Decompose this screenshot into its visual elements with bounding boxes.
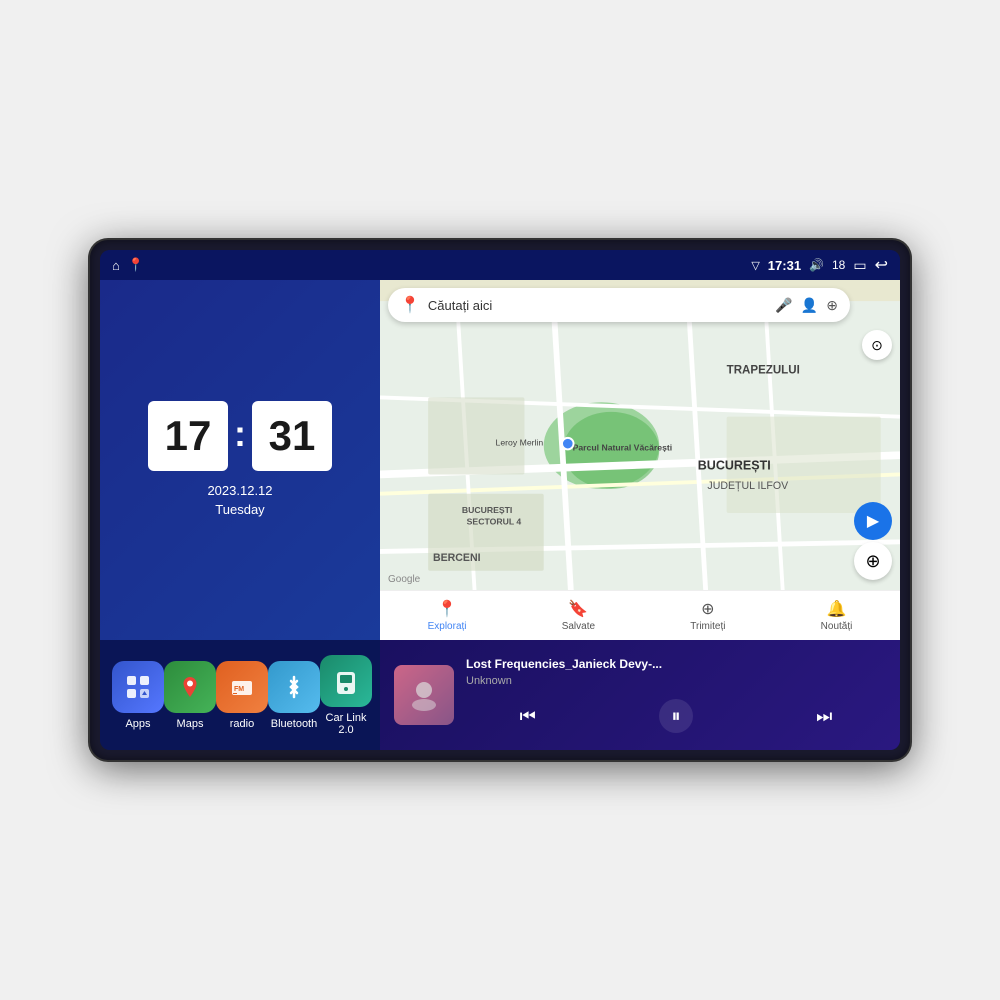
signal-icon: ▽ (751, 259, 759, 272)
music-widget: Lost Frequencies_Janieck Devy-... Unknow… (380, 640, 900, 750)
maps-label: Maps (177, 718, 204, 730)
app-dock: Apps Maps (100, 640, 380, 750)
screen: ⌂ 📍 ▽ 17:31 🔊 18 ▭ ↩ 17 : (100, 250, 900, 750)
left-panel: 17 : 31 2023.12.12 Tuesday (100, 280, 380, 750)
map-widget[interactable]: TRAPEZULUI BUCUREȘTI JUDEȚUL ILFOV Parcu… (380, 280, 900, 640)
compass-btn[interactable]: ⊕ (854, 542, 892, 580)
svg-text:FM: FM (234, 686, 244, 693)
music-info: Lost Frequencies_Janieck Devy-... Unknow… (466, 657, 886, 733)
map-bottom-bar: 📍 Explorați 🔖 Salvate ⊕ Trimiteți 🔔 (380, 590, 900, 640)
tab-trimiteti[interactable]: ⊕ Trimiteți (690, 599, 725, 632)
trimiteti-label: Trimiteți (690, 621, 725, 632)
app-item-carlink[interactable]: Car Link 2.0 (320, 655, 372, 736)
right-panel: TRAPEZULUI BUCUREȘTI JUDEȚUL ILFOV Parcu… (380, 280, 900, 750)
svg-text:BUCUREȘTI: BUCUREȘTI (462, 505, 513, 515)
mic-icon[interactable]: 🎤 (775, 297, 792, 314)
noutati-icon: 🔔 (827, 599, 847, 619)
status-right-icons: ▽ 17:31 🔊 18 ▭ ↩ (751, 255, 888, 275)
svg-text:Parcul Natural Văcărești: Parcul Natural Văcărești (573, 442, 673, 452)
svg-text:TRAPEZULUI: TRAPEZULUI (727, 364, 800, 376)
clock-hours: 17 (148, 401, 228, 471)
svg-text:JUDEȚUL ILFOV: JUDEȚUL ILFOV (707, 480, 789, 492)
explorare-icon: 📍 (437, 599, 457, 619)
status-bar: ⌂ 📍 ▽ 17:31 🔊 18 ▭ ↩ (100, 250, 900, 280)
tab-salvate[interactable]: 🔖 Salvate (562, 599, 595, 632)
map-search-bar[interactable]: 📍 Căutați aici 🎤 👤 ⊕ (388, 288, 850, 322)
apps-label: Apps (125, 718, 150, 730)
map-pin-icon: 📍 (400, 295, 420, 315)
app-item-bluetooth[interactable]: Bluetooth (268, 661, 320, 730)
location-btn[interactable]: ⊙ (862, 330, 892, 360)
music-artist: Unknown (466, 675, 886, 687)
clock-date: 2023.12.12 Tuesday (207, 481, 272, 520)
trimiteti-icon: ⊕ (701, 599, 714, 619)
status-left-icons: ⌂ 📍 (112, 257, 144, 273)
map-controls: ⊙ (862, 330, 892, 360)
salvate-label: Salvate (562, 621, 595, 632)
music-thumbnail (394, 665, 454, 725)
tab-noutati[interactable]: 🔔 Noutăți (821, 599, 853, 632)
account-icon[interactable]: 👤 (801, 297, 818, 314)
tab-explorare[interactable]: 📍 Explorați (428, 599, 467, 632)
carlink-label: Car Link 2.0 (320, 712, 372, 736)
google-logo: Google (388, 574, 420, 585)
music-controls: ⏮ ⏸ ⏭ (466, 699, 886, 733)
app-item-apps[interactable]: Apps (112, 661, 164, 730)
radio-label: radio (230, 718, 254, 730)
svg-text:BERCENI: BERCENI (433, 552, 481, 564)
svg-text:SECTORUL 4: SECTORUL 4 (467, 517, 522, 527)
clock-minutes: 31 (252, 401, 332, 471)
navigate-btn[interactable]: ▶ (854, 502, 892, 540)
next-button[interactable]: ⏭ (816, 706, 832, 727)
clock-digits: 17 : 31 (148, 401, 332, 471)
bluetooth-icon (268, 661, 320, 713)
app-item-maps[interactable]: Maps (164, 661, 216, 730)
search-text: Căutați aici (428, 298, 767, 313)
app-item-radio[interactable]: FM radio (216, 661, 268, 730)
layers-icon[interactable]: ⊕ (826, 297, 838, 314)
bluetooth-label: Bluetooth (271, 718, 317, 730)
maps-icon (164, 661, 216, 713)
back-icon[interactable]: ↩ (875, 255, 888, 275)
main-content: 17 : 31 2023.12.12 Tuesday (100, 280, 900, 750)
play-pause-button[interactable]: ⏸ (659, 699, 693, 733)
time-display: 17:31 (768, 258, 801, 273)
noutati-label: Noutăți (821, 621, 853, 632)
apps-icon (112, 661, 164, 713)
prev-button[interactable]: ⏮ (520, 706, 536, 727)
location-icon[interactable]: 📍 (128, 257, 144, 273)
explorare-label: Explorați (428, 621, 467, 632)
svg-text:Leroy Merlin: Leroy Merlin (496, 438, 544, 448)
radio-icon: FM (216, 661, 268, 713)
battery-icon: ▭ (853, 257, 866, 274)
volume-level: 18 (832, 258, 845, 272)
music-title: Lost Frequencies_Janieck Devy-... (466, 657, 886, 671)
svg-text:BUCUREȘTI: BUCUREȘTI (698, 459, 771, 473)
salvate-icon: 🔖 (568, 599, 588, 619)
clock-separator: : (234, 413, 246, 455)
clock-widget: 17 : 31 2023.12.12 Tuesday (100, 280, 380, 640)
device: ⌂ 📍 ▽ 17:31 🔊 18 ▭ ↩ 17 : (90, 240, 910, 760)
volume-icon: 🔊 (809, 258, 824, 272)
carlink-icon (320, 655, 372, 707)
home-icon[interactable]: ⌂ (112, 258, 120, 273)
